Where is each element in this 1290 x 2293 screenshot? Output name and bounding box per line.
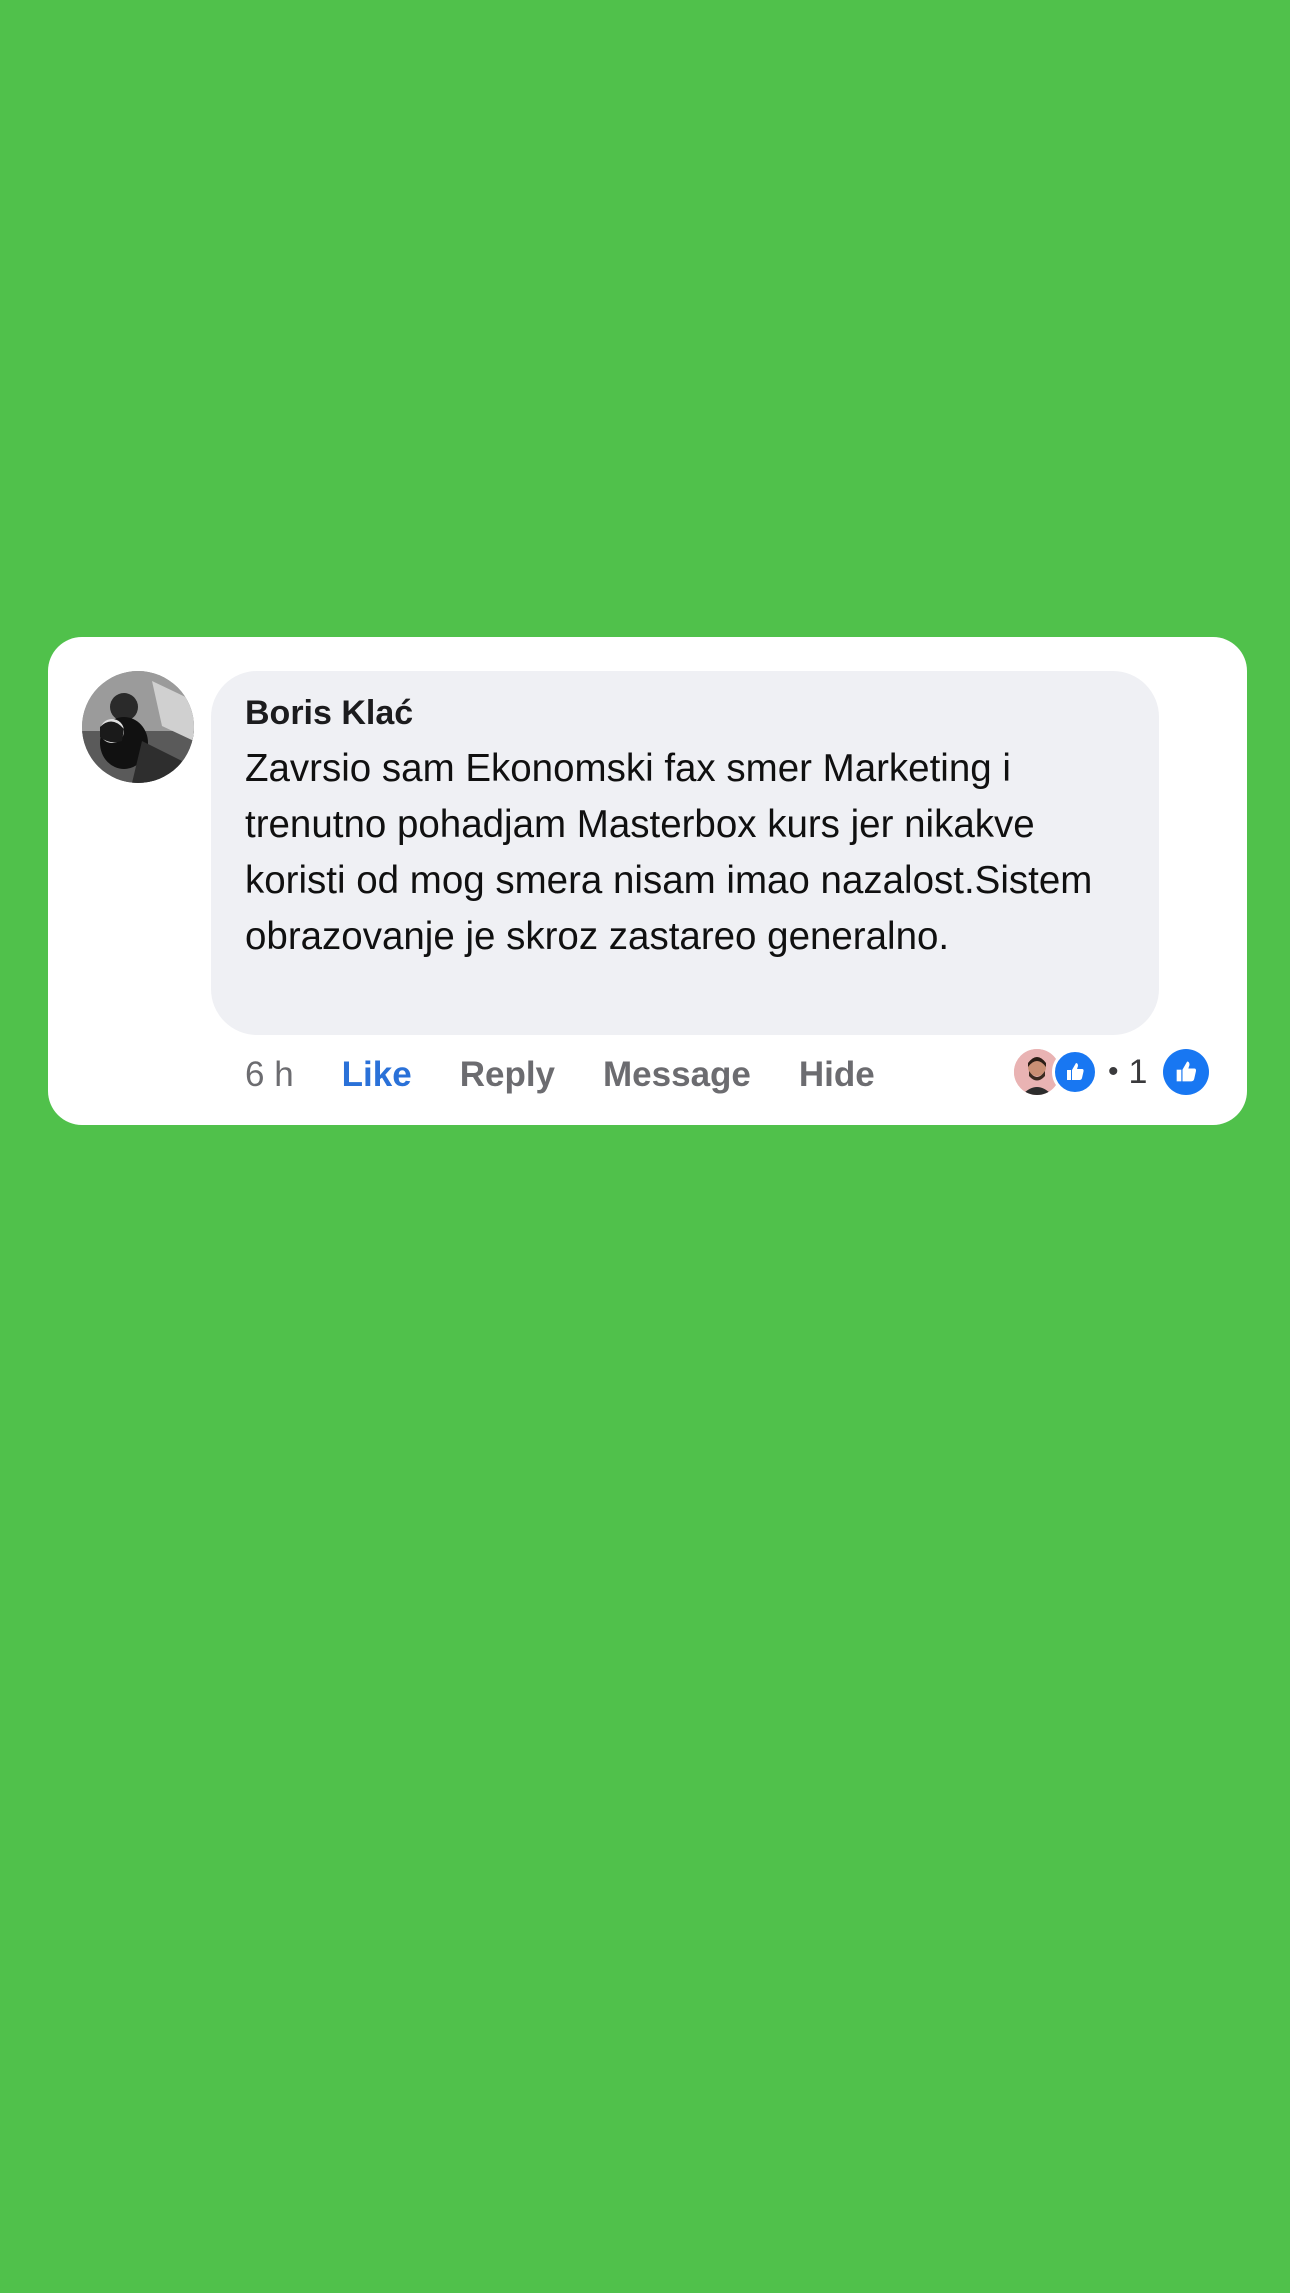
like-button[interactable]: Like (342, 1055, 412, 1095)
like-reaction-icon (1052, 1049, 1098, 1095)
comment-text: Zavrsio sam Ekonomski fax smer Marketing… (245, 747, 1093, 958)
thumbs-up-icon[interactable] (1163, 1049, 1210, 1095)
reaction-summary[interactable]: • 1 (1014, 1048, 1210, 1096)
message-button[interactable]: Message (603, 1055, 751, 1095)
comment-bubble[interactable]: Boris Klać Zavrsio sam Ekonomski fax sme… (211, 671, 1159, 1035)
author-avatar[interactable] (82, 671, 194, 783)
reply-button[interactable]: Reply (460, 1055, 555, 1095)
reaction-count: 1 (1128, 1052, 1148, 1091)
comment-card: Boris Klać Zavrsio sam Ekonomski fax sme… (48, 637, 1247, 1125)
comment-timestamp[interactable]: 6 h (245, 1055, 294, 1095)
author-name[interactable]: Boris Klać (245, 691, 1125, 735)
reaction-separator: • (1108, 1055, 1119, 1088)
comment-actions: 6 h Like Reply Message Hide (245, 1045, 875, 1105)
hide-button[interactable]: Hide (799, 1055, 875, 1095)
